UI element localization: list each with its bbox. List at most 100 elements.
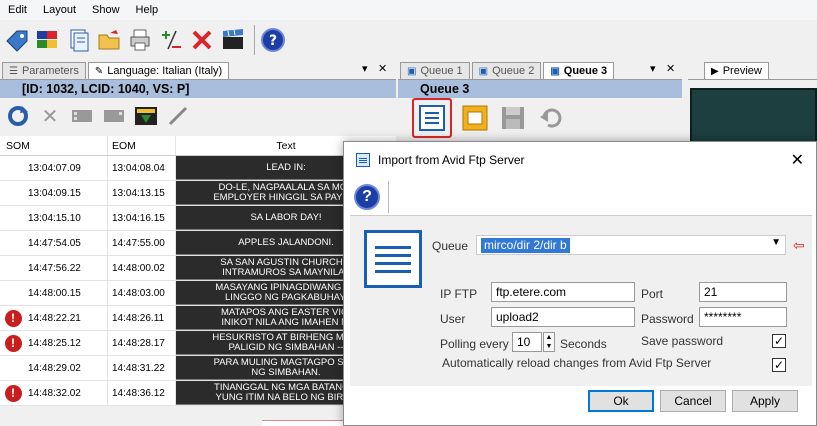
close-icon[interactable]: ✕: [791, 150, 804, 170]
tag-icon[interactable]: [2, 26, 30, 54]
cell-eom: 13:04:16.15: [108, 206, 176, 230]
chevron-down-icon[interactable]: ▼: [771, 237, 781, 248]
film-import-icon[interactable]: [132, 102, 160, 130]
wand-icon[interactable]: [164, 102, 192, 130]
table-row[interactable]: 13:04:15.10 13:04:16.15 SA LABOR DAY!: [0, 206, 396, 231]
help-icon[interactable]: ?: [259, 26, 287, 54]
cell-eom: 14:48:28.17: [108, 331, 176, 355]
queue-icon: ▣: [550, 65, 560, 77]
cell-eom: 14:48:00.02: [108, 256, 176, 280]
table-row[interactable]: 14:48:00.15 14:48:03.00 MASAYANG IPINAGDIW…: [0, 281, 396, 306]
table-row[interactable]: 13:04:07.09 13:04:08.04 LEAD IN:: [0, 156, 396, 181]
red-arrow-icon: ⇦: [793, 237, 805, 253]
user-field[interactable]: upload2: [491, 307, 635, 327]
cell-eom: 13:04:08.04: [108, 156, 176, 180]
cell-eom: 14:48:03.00: [108, 281, 176, 305]
alert-icon: !: [4, 384, 22, 402]
apply-button[interactable]: Apply: [732, 390, 798, 412]
tab-label: Parameters: [21, 65, 79, 77]
cell-eom: 14:48:31.22: [108, 356, 176, 380]
table-row[interactable]: ! 14:48:25.12 14:48:28.17 HESUKRISTO AT BIR…: [0, 331, 396, 356]
open-folder-icon[interactable]: [95, 26, 123, 54]
preview-video: [690, 88, 817, 148]
tab-queue-1[interactable]: ▣ Queue 1: [400, 62, 470, 79]
refresh-icon[interactable]: [4, 102, 32, 130]
dialog-toolbar: ?: [350, 178, 812, 216]
polling-unit-label: Seconds: [560, 337, 607, 351]
tab-queue-2[interactable]: ▣ Queue 2: [471, 62, 542, 79]
film-strip-icon[interactable]: [100, 102, 128, 130]
cell-som: 14:48:29.02: [26, 356, 108, 380]
documents-icon[interactable]: [64, 26, 92, 54]
table-row[interactable]: 14:47:56.22 14:48:00.02 SA SAN AGUSTIN CHU…: [0, 256, 396, 281]
cancel-button[interactable]: Cancel: [660, 390, 726, 412]
pane-menu-arrow-icon[interactable]: ▾: [650, 62, 656, 75]
tab-preview[interactable]: ▶ Preview: [704, 62, 769, 79]
row-flag: [0, 256, 26, 280]
tool-icon: ✎: [94, 65, 104, 77]
ok-button[interactable]: Ok: [588, 390, 654, 412]
polling-field[interactable]: 10: [512, 332, 542, 352]
pane-close-icon[interactable]: ✕: [666, 62, 675, 75]
table-row[interactable]: 14:48:29.02 14:48:31.22 PARA MULING MAGTAG…: [0, 356, 396, 381]
row-flag: [0, 156, 26, 180]
flags-icon[interactable]: [33, 26, 61, 54]
polling-stepper[interactable]: ▲ ▼: [543, 332, 555, 352]
cell-som: 14:47:56.22: [26, 256, 108, 280]
tab-parameters[interactable]: ☰ Parameters: [2, 62, 86, 79]
menu-help[interactable]: Help: [128, 4, 167, 16]
alert-icon: !: [4, 334, 22, 352]
save-icon[interactable]: [498, 103, 528, 133]
undo-icon[interactable]: [536, 103, 566, 133]
pane-menu-arrow-icon[interactable]: ▾: [362, 62, 368, 75]
add-remove-icon[interactable]: [157, 26, 185, 54]
column-eom[interactable]: EOM: [108, 136, 176, 155]
tab-language[interactable]: ✎ Language: Italian (Italy): [87, 62, 230, 79]
menu-layout[interactable]: Layout: [35, 4, 84, 16]
cell-eom: 14:48:26.11: [108, 306, 176, 330]
cell-som: 14:48:00.15: [26, 281, 108, 305]
ip-ftp-field[interactable]: ftp.etere.com: [491, 282, 635, 302]
menu-edit[interactable]: Edit: [0, 4, 35, 16]
row-flag: [0, 231, 26, 255]
film-icon[interactable]: [68, 102, 96, 130]
menu-show[interactable]: Show: [84, 4, 128, 16]
help-icon[interactable]: ?: [354, 183, 380, 210]
column-som[interactable]: SOM: [0, 136, 108, 155]
export-button[interactable]: [460, 103, 490, 133]
import-avid-button[interactable]: [417, 103, 447, 133]
print-icon[interactable]: [126, 26, 154, 54]
autoreload-label: Automatically reload changes from Avid F…: [442, 356, 712, 370]
table-row[interactable]: ! 14:48:22.21 14:48:26.11 MATAPOS ANG EASTE…: [0, 306, 396, 331]
import-list-icon: [364, 230, 422, 288]
dialog-title-bar: Import from Avid Ftp Server ✕: [344, 142, 816, 178]
dialog-body: Queue mirco/dir 2/dir b ▼ ⇦ IP FTP ftp.e…: [350, 216, 812, 386]
row-flag: !: [0, 381, 26, 405]
queue-pane-header: Queue 3: [398, 80, 682, 98]
tab-label: Queue 3: [563, 65, 608, 77]
play-icon: ▶: [711, 65, 719, 77]
table-row[interactable]: 13:04:09.15 13:04:13.15 DO-LE, NAGPAALALA …: [0, 181, 396, 206]
cell-som: 14:47:54.05: [26, 231, 108, 255]
queue-label: Queue: [432, 239, 469, 253]
cell-som: 14:48:25.12: [26, 331, 108, 355]
toolbar-separator: [254, 25, 255, 55]
clapper-icon[interactable]: [219, 26, 247, 54]
row-flag: !: [0, 306, 26, 330]
table-row[interactable]: 14:47:54.05 14:47:55.00 APPLES JALANDONI.: [0, 231, 396, 256]
autoreload-checkbox[interactable]: ✓: [772, 358, 786, 372]
queue-select[interactable]: mirco/dir 2/dir b ▼: [476, 235, 786, 255]
port-field[interactable]: 21: [699, 282, 787, 302]
pane-close-icon[interactable]: ✕: [378, 62, 387, 75]
tab-label: Queue 1: [420, 65, 463, 77]
cut-icon[interactable]: ✕: [36, 102, 64, 130]
left-pane-tabs: ☰ Parameters ✎ Language: Italian (Italy): [0, 62, 396, 80]
delete-icon[interactable]: [188, 26, 216, 54]
toolbar-separator: [388, 180, 389, 213]
table-row[interactable]: ! 14:48:32.02 14:48:36.12 TINANGGAL NG MGA …: [0, 381, 396, 406]
queue-toolbar: [398, 98, 682, 138]
save-password-checkbox[interactable]: ✓: [772, 334, 786, 348]
tab-queue-3[interactable]: ▣ Queue 3: [543, 62, 615, 79]
password-field[interactable]: ********: [699, 307, 787, 327]
background-panel-edge: [262, 420, 352, 426]
